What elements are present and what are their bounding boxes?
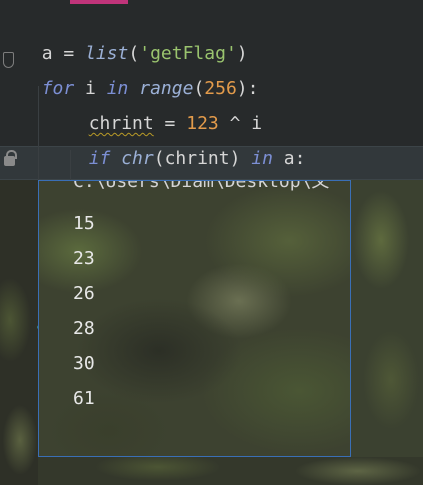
code-token: if: [88, 148, 111, 169]
desktop-background: [0, 180, 38, 485]
console-output-line: 26: [73, 283, 95, 304]
console-path: C:\Users\Diam\Desktop\文: [73, 180, 330, 192]
console-output-line: 23: [73, 248, 95, 269]
active-tab-accent: [70, 0, 128, 4]
console-output-line: 15: [73, 213, 95, 234]
lock-icon: [4, 150, 17, 166]
run-console-popup[interactable]: C:\Users\Diam\Desktop\文 15 23 26 28 30 6…: [38, 180, 351, 457]
code-line-3[interactable]: chrint = 123 ^ i: [67, 79, 262, 134]
console-output-line: 30: [73, 353, 95, 374]
desktop-background: [351, 180, 423, 457]
code-line-2[interactable]: for i in range(256):: [20, 44, 259, 99]
console-output-line: 61: [73, 388, 95, 409]
desktop-background: [38, 457, 423, 485]
fold-marker-icon[interactable]: [3, 52, 14, 68]
code-line-5[interactable]: print(i): [115, 149, 228, 205]
code-line-4[interactable]: if chr(chrint) in a:: [67, 114, 306, 169]
console-output-line: 28: [73, 318, 95, 339]
code-line-1[interactable]: a = list('getFlag'): [20, 9, 248, 64]
code-token: a:: [272, 148, 306, 169]
code-token: in: [251, 148, 273, 169]
